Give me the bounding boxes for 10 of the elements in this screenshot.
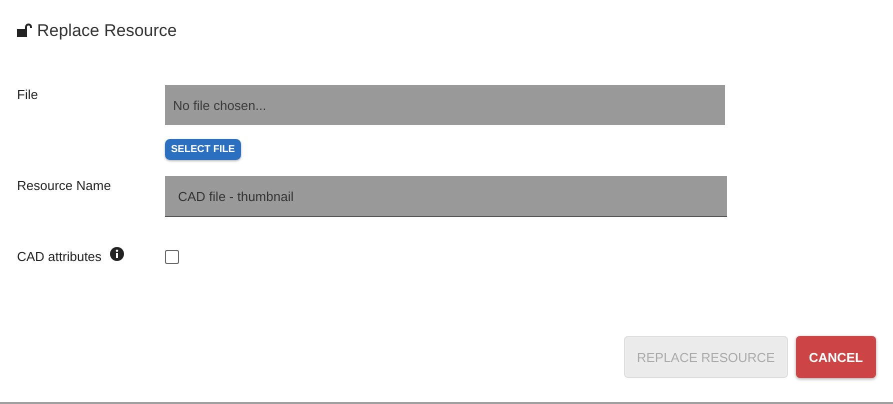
checkbox[interactable] (165, 250, 179, 264)
field-label: Resource Name (17, 177, 112, 195)
resource-name-field[interactable]: CAD file - thumbnail (165, 176, 727, 217)
info-icon[interactable] (110, 246, 124, 260)
cancel-button[interactable]: CANCEL (796, 336, 876, 378)
field-label: CAD attributes (17, 249, 102, 264)
dialog-title: Replace Resource (37, 21, 177, 41)
file-field[interactable]: No file chosen... (165, 85, 725, 125)
field-label: File (17, 86, 39, 104)
select-file-button[interactable]: SELECT FILE (165, 139, 241, 160)
